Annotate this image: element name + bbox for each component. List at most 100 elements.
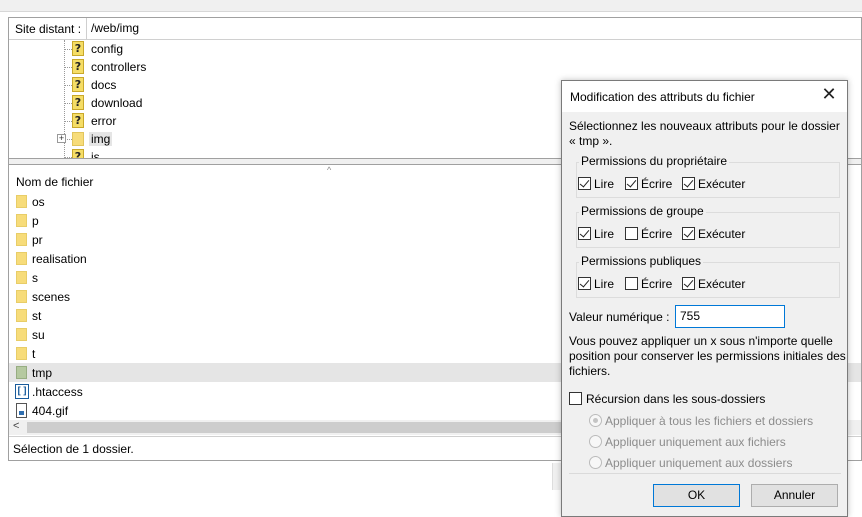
question-folder-icon: ?	[72, 41, 84, 56]
tree-item-controllers[interactable]: ? controllers	[9, 58, 309, 76]
file-name: os	[32, 195, 45, 209]
tree-item-label: img	[89, 132, 113, 146]
file-name: tmp	[32, 366, 53, 380]
expand-plus-icon[interactable]: +	[57, 134, 66, 143]
dialog-separator	[569, 473, 841, 474]
tree-item-label: controllers	[91, 60, 147, 74]
owner-permissions-group: Permissions du propriétaire Lire Écrire …	[576, 154, 840, 198]
file-name: t	[32, 347, 36, 361]
file-name: 404.gif	[32, 404, 69, 418]
checkbox-label: Écrire	[641, 277, 673, 291]
question-folder-icon: ?	[72, 149, 84, 158]
scrollbar-thumb[interactable]	[27, 422, 567, 433]
file-name: pr	[32, 233, 43, 247]
folder-icon	[16, 347, 27, 360]
radio-label: Appliquer à tous les fichiers et dossier…	[605, 414, 814, 428]
file-name: realisation	[32, 252, 87, 266]
group-title: Permissions publiques	[579, 254, 704, 268]
folder-icon	[72, 132, 84, 146]
tree-item-js[interactable]: ? js	[9, 148, 309, 158]
checkbox-label: Exécuter	[698, 227, 746, 241]
tree-item-label: download	[91, 96, 143, 110]
apply-files-radio[interactable]	[589, 435, 602, 448]
folder-icon	[16, 328, 27, 341]
owner-exec-checkbox[interactable]	[682, 177, 695, 190]
group-title: Permissions du propriétaire	[579, 154, 730, 168]
numeric-value-input[interactable]: 755	[675, 305, 785, 328]
tree-item-download[interactable]: ? download	[9, 94, 309, 112]
group-write-checkbox[interactable]	[625, 227, 638, 240]
public-permissions-group: Permissions publiques Lire Écrire Exécut…	[576, 254, 840, 298]
tree-item-label: js	[91, 150, 100, 158]
folder-icon	[16, 252, 27, 265]
owner-read-checkbox[interactable]	[578, 177, 591, 190]
scroll-left-icon[interactable]: <	[13, 420, 19, 432]
public-exec-checkbox[interactable]	[682, 277, 695, 290]
public-read-checkbox[interactable]	[578, 277, 591, 290]
checkbox-label: Écrire	[641, 227, 673, 241]
numeric-value-label: Valeur numérique :	[569, 310, 670, 324]
checkbox-label: Lire	[594, 177, 615, 191]
dialog-note: Vous pouvez appliquer un x sous n'import…	[569, 334, 846, 378]
owner-write-checkbox[interactable]	[625, 177, 638, 190]
toolbar-strip	[0, 0, 862, 12]
tree-item-label: error	[91, 114, 117, 128]
recursion-checkbox[interactable]	[569, 392, 582, 405]
cancel-button[interactable]: Annuler	[751, 484, 838, 507]
recursion-label: Récursion dans les sous-dossiers	[586, 392, 766, 406]
question-folder-icon: ?	[72, 113, 84, 128]
question-folder-icon: ?	[72, 77, 84, 92]
folder-icon	[16, 366, 27, 379]
question-folder-icon: ?	[72, 95, 84, 110]
file-name: scenes	[32, 290, 71, 304]
tree-connector	[64, 121, 72, 122]
apply-folders-radio[interactable]	[589, 456, 602, 469]
remote-path-label: Site distant :	[15, 22, 82, 36]
folder-icon	[16, 290, 27, 303]
tree-connector	[64, 85, 72, 86]
tree-item-error[interactable]: ? error	[9, 112, 309, 130]
folder-icon	[16, 309, 27, 322]
ok-button[interactable]: OK	[653, 484, 740, 507]
close-icon[interactable]: ✕	[819, 85, 839, 105]
tree-connector	[64, 49, 72, 50]
checkbox-label: Écrire	[641, 177, 673, 191]
htaccess-file-icon: []	[15, 384, 29, 399]
folder-icon	[16, 271, 27, 284]
file-name: s	[32, 271, 38, 285]
radio-label: Appliquer uniquement aux dossiers	[605, 456, 793, 470]
remote-path-input[interactable]: /web/img	[86, 18, 861, 39]
remote-path-bar: Site distant : /web/img	[9, 18, 861, 40]
file-name: p	[32, 214, 39, 228]
public-write-checkbox[interactable]	[625, 277, 638, 290]
file-name: su	[32, 328, 45, 342]
tree-item-label: config	[91, 42, 124, 56]
group-permissions-group: Permissions de groupe Lire Écrire Exécut…	[576, 204, 840, 248]
group-exec-checkbox[interactable]	[682, 227, 695, 240]
checkbox-label: Lire	[594, 277, 615, 291]
dialog-titlebar: Modification des attributs du fichier ✕	[562, 81, 847, 112]
tree-item-docs[interactable]: ? docs	[9, 76, 309, 94]
checkbox-label: Lire	[594, 227, 615, 241]
question-folder-icon: ?	[72, 59, 84, 74]
folder-icon	[16, 233, 27, 246]
tree-item-label: docs	[91, 78, 117, 92]
file-attributes-dialog: Modification des attributs du fichier ✕ …	[561, 80, 848, 517]
tree-connector	[64, 67, 72, 68]
folder-icon	[16, 214, 27, 227]
checkbox-label: Exécuter	[698, 177, 746, 191]
file-name: st	[32, 309, 42, 323]
tree-item-config[interactable]: ? config	[9, 40, 309, 58]
checkbox-label: Exécuter	[698, 277, 746, 291]
dialog-intro: Sélectionnez les nouveaux attributs pour…	[569, 119, 840, 148]
radio-label: Appliquer uniquement aux fichiers	[605, 435, 786, 449]
group-read-checkbox[interactable]	[578, 227, 591, 240]
file-name: .htaccess	[32, 385, 83, 399]
tree-item-img[interactable]: + img	[9, 130, 309, 148]
image-file-icon	[16, 403, 27, 418]
group-title: Permissions de groupe	[579, 204, 706, 218]
dialog-title: Modification des attributs du fichier	[570, 90, 755, 104]
apply-all-radio[interactable]	[589, 414, 602, 427]
tree-connector	[64, 103, 72, 104]
folder-icon	[16, 195, 27, 208]
